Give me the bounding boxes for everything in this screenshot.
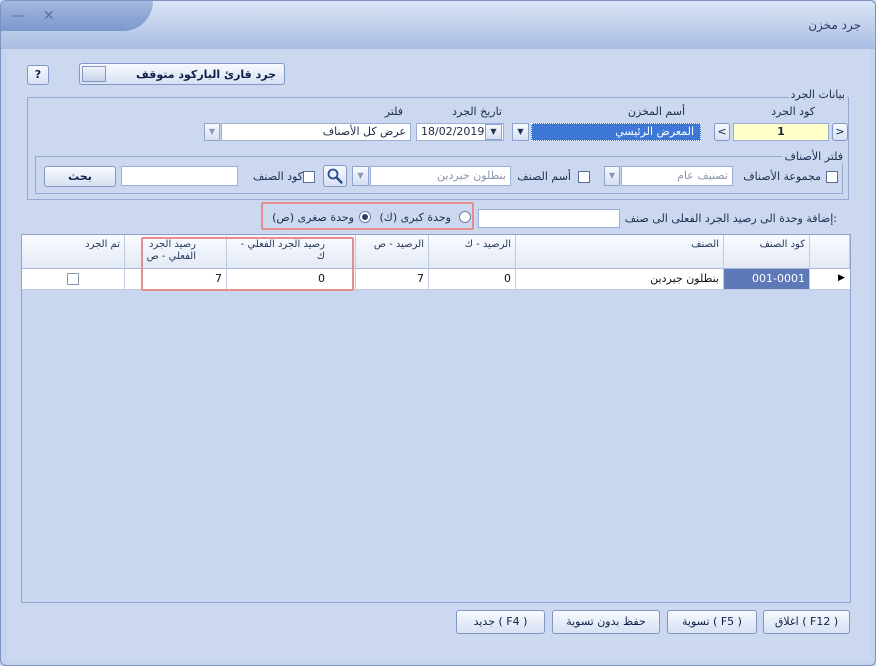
search-icon xyxy=(327,168,343,184)
store-field[interactable]: المعرض الرئيسي xyxy=(531,123,701,141)
store-label: أسم المخزن xyxy=(627,105,685,118)
col-header-balance-k: الرصيد - ك xyxy=(429,235,516,269)
save-without-settle-button[interactable]: حفظ بدون تسوية xyxy=(552,610,660,634)
next-button[interactable]: > xyxy=(832,123,848,141)
cell-balance-k[interactable]: 0 xyxy=(429,269,516,290)
date-dropdown-button[interactable]: ▼ xyxy=(485,124,502,140)
inventory-group-label: بيانات الجرد xyxy=(788,88,847,101)
item-name-label: أسم الصنف xyxy=(517,170,571,183)
category-dropdown-button[interactable]: ▼ xyxy=(604,166,620,186)
cell-item-name[interactable]: بنطلون جيردين xyxy=(516,269,724,290)
app-window: — ✕ جرد مخزن ? جرد قارئ الباركود متوقف ب… xyxy=(0,0,876,666)
date-label: تاريخ الجرد xyxy=(452,105,502,118)
item-name-dropdown-button[interactable]: ▼ xyxy=(352,166,369,186)
row-indicator-header xyxy=(810,235,850,269)
cell-balance-s[interactable]: 7 xyxy=(356,269,429,290)
category-label: مجموعة الأصناف xyxy=(743,170,821,183)
big-unit-radio[interactable] xyxy=(459,211,471,223)
row-indicator[interactable]: ▶ xyxy=(810,269,850,290)
close-button[interactable]: اغلاق ( F12 ) xyxy=(763,610,850,634)
help-button[interactable]: ? xyxy=(27,65,49,85)
add-unit-field[interactable] xyxy=(478,209,620,228)
item-code-field[interactable] xyxy=(121,166,238,186)
code-field[interactable]: 1 xyxy=(733,123,829,141)
window-title: جرد مخزن xyxy=(808,18,861,32)
col-header-done: تم الجرد xyxy=(22,235,125,269)
code-label: كود الجرد xyxy=(771,105,815,118)
col-header-balance-s: الرصيد - ص xyxy=(356,235,429,269)
add-unit-label: إضافة وحدة الى رصيد الجرد الفعلى الى صنف… xyxy=(624,212,837,225)
col-header-item: الصنف xyxy=(516,235,724,269)
col-header-code: كود الصنف xyxy=(724,235,810,269)
filter-field[interactable]: عرض كل الأصناف xyxy=(221,123,411,141)
big-unit-label: وحدة كبرى (ك) xyxy=(379,211,451,224)
small-unit-radio[interactable] xyxy=(359,211,371,223)
category-field[interactable]: تصنيف عام xyxy=(621,166,733,186)
item-code-label: كود الصنف xyxy=(253,170,303,183)
close-icon[interactable]: ✕ xyxy=(43,9,55,23)
item-search-button[interactable] xyxy=(323,165,347,187)
filter-dropdown-button[interactable]: ▼ xyxy=(204,123,220,141)
radio-dot xyxy=(362,214,368,220)
search-button[interactable]: بحث xyxy=(44,166,116,187)
toggle-knob xyxy=(82,66,106,82)
cell-done[interactable] xyxy=(22,269,125,290)
new-button[interactable]: جديد ( F4 ) xyxy=(456,610,545,634)
item-filter-label: فلتر الأصناف xyxy=(782,150,845,163)
store-dropdown-button[interactable]: ▼ xyxy=(512,123,529,141)
item-code-checkbox[interactable] xyxy=(303,171,315,183)
prev-button[interactable]: < xyxy=(714,123,730,141)
actual-columns-highlight xyxy=(141,237,354,291)
done-checkbox[interactable] xyxy=(67,273,79,285)
settle-button[interactable]: تسوية ( F5 ) xyxy=(667,610,757,634)
item-name-checkbox[interactable] xyxy=(578,171,590,183)
filter-label: فلتر xyxy=(384,105,403,118)
minimize-icon[interactable]: — xyxy=(11,9,25,23)
current-row-arrow-icon: ▶ xyxy=(838,273,845,283)
barcode-toggle-button[interactable]: جرد قارئ الباركود متوقف xyxy=(79,63,285,85)
small-unit-label: وحدة صغرى (ص) xyxy=(272,211,354,224)
cell-code[interactable]: 001-0001 xyxy=(724,269,810,290)
barcode-label: جرد قارئ الباركود متوقف xyxy=(136,68,276,81)
category-checkbox[interactable] xyxy=(826,171,838,183)
item-name-field[interactable]: بنطلون جيردين xyxy=(370,166,511,186)
